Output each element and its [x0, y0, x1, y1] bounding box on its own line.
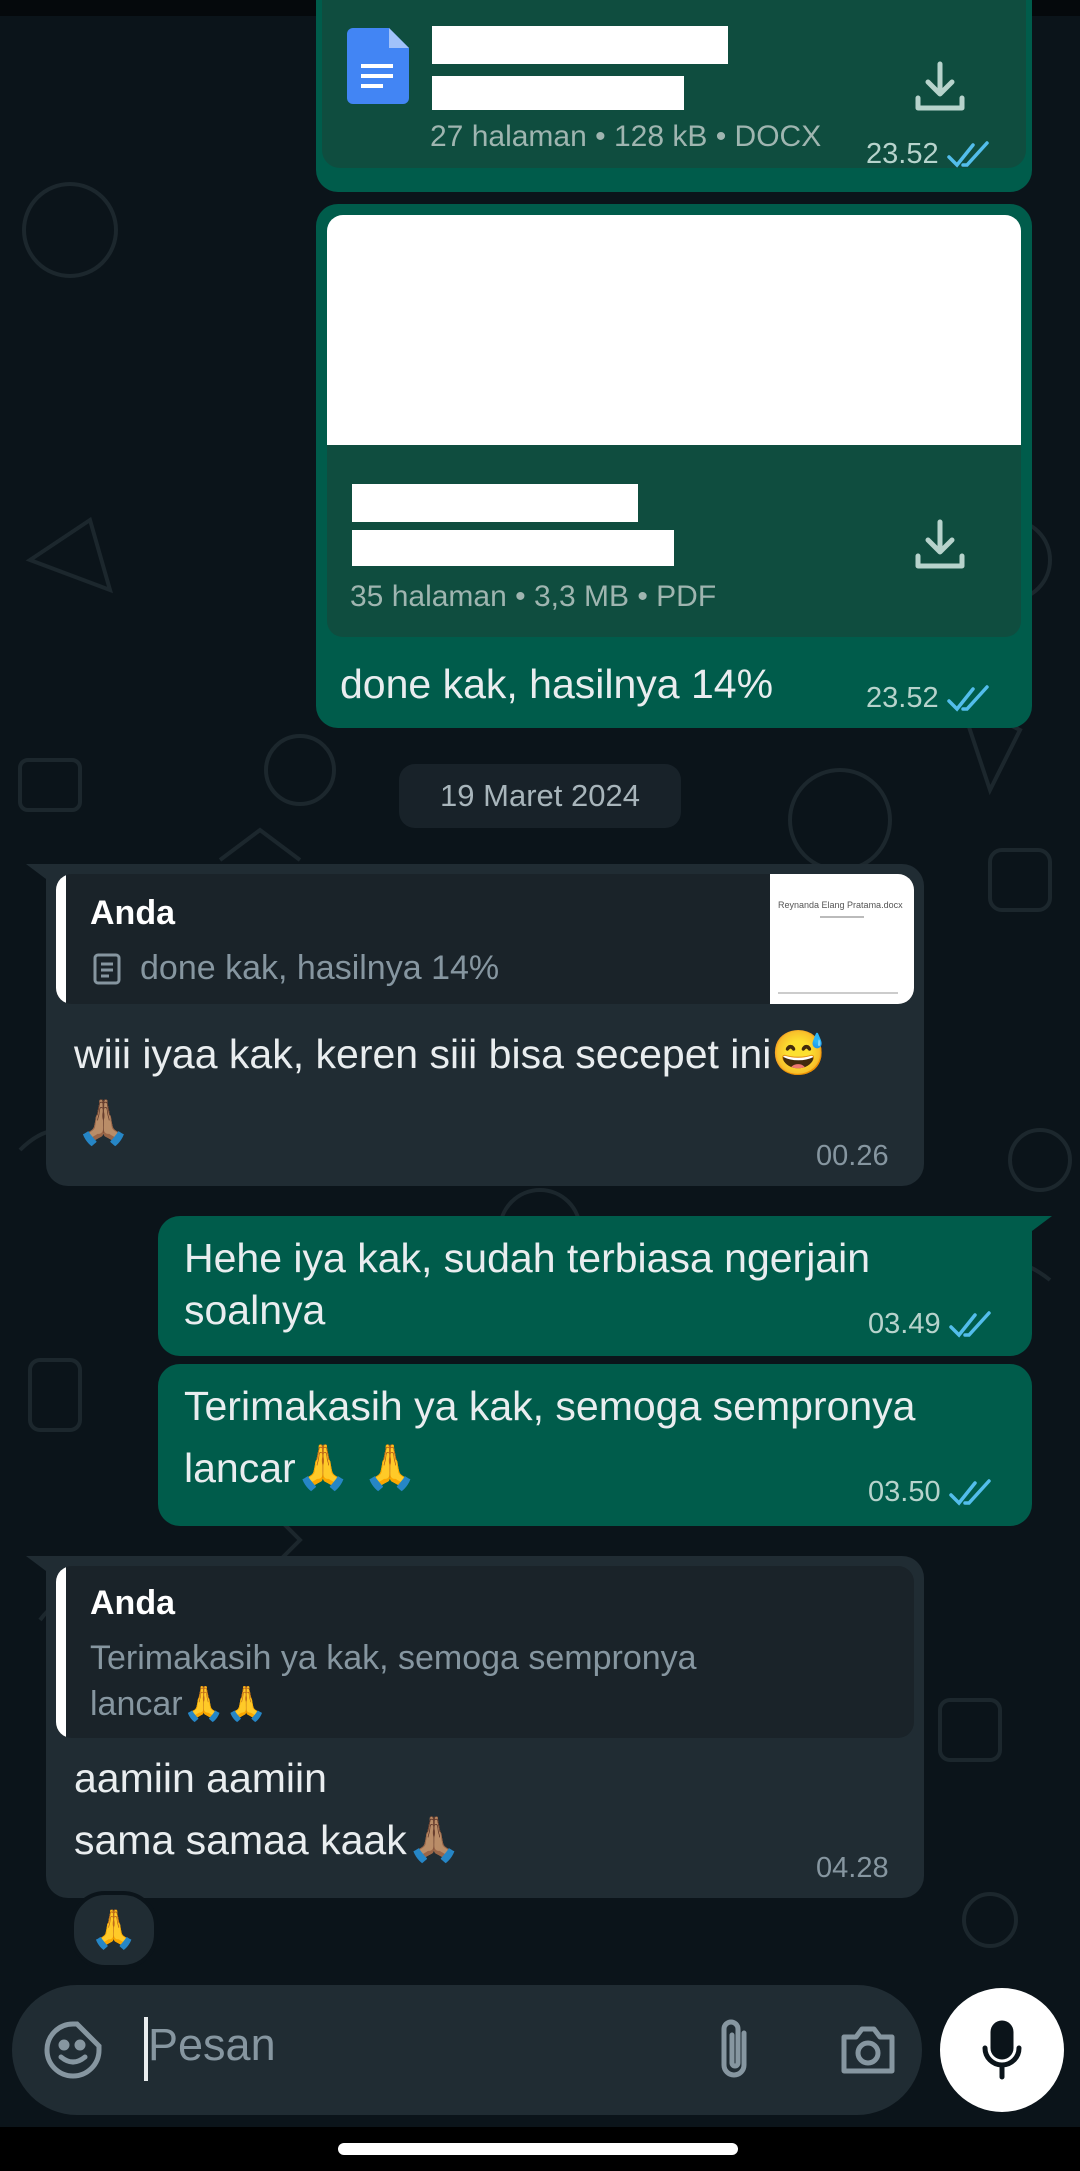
message-time: 03.50 [868, 1476, 941, 1508]
docx-time: 23.52 [866, 138, 993, 171]
outgoing-2-line-1: Hehe iya kak, sudah terbiasa ngerjain [184, 1235, 871, 1281]
document-icon [92, 952, 122, 991]
sweat-smile-emoji: 😅 [771, 1029, 827, 1078]
date-divider: 19 Maret 2024 [399, 764, 681, 828]
voice-message-button[interactable] [940, 1988, 1064, 2112]
reply-quote[interactable]: Anda Terimakasih ya kak, semoga semprony… [56, 1566, 914, 1738]
outgoing-2-line-2: soalnya [184, 1287, 326, 1333]
redacted-pdf-name-line-2 [352, 530, 674, 566]
camera-icon[interactable] [838, 2023, 898, 2082]
outgoing-2-time: 03.49 [868, 1308, 995, 1341]
read-receipt-icon [946, 685, 989, 712]
reply-quote[interactable]: Anda done kak, hasilnya 14% Reynanda Ela… [56, 874, 914, 1004]
read-receipt-icon [948, 1479, 991, 1506]
quote-bar [56, 874, 66, 1004]
read-receipt-icon [948, 1311, 991, 1338]
outgoing-3-time: 03.50 [868, 1476, 995, 1509]
thumbnail-caption: Reynanda Elang Pratama.docx [778, 900, 903, 910]
message-composer[interactable]: Pesan [12, 1985, 922, 2115]
message-text: lancar [184, 1445, 296, 1491]
quote-author: Anda [90, 894, 175, 932]
folded-hands-emoji: 🙏🏽 [406, 1815, 462, 1864]
redacted-filename-line-2 [432, 76, 684, 110]
quote-line-2: lancar🙏🙏 [90, 1682, 267, 1726]
pdf-caption: done kak, hasilnya 14% [340, 661, 774, 707]
pdf-file-meta: 35 halaman • 3,3 MB • PDF [350, 580, 717, 613]
docx-file-meta: 27 halaman • 128 kB • DOCX [430, 120, 822, 153]
message-reaction[interactable]: 🙏 [70, 1891, 158, 1969]
message-text: wiii iyaa kak, keren siii bisa secepet i… [74, 1031, 772, 1077]
quote-text: done kak, hasilnya 14% [140, 949, 500, 987]
message-time: 00.26 [816, 1140, 889, 1172]
redacted-pdf-name-line-1 [352, 484, 638, 522]
docs-file-icon [347, 28, 409, 109]
outgoing-3-line-2: lancar🙏 🙏 [184, 1442, 417, 1494]
thumbnail-line [778, 992, 898, 994]
incoming-1-text: wiii iyaa kak, keren siii bisa secepet i… [74, 1028, 894, 1080]
folded-hands-emoji: 🙏🏽 [76, 1098, 131, 1147]
quote-bar [56, 1566, 66, 1738]
redacted-filename-line-1 [432, 26, 728, 64]
message-time: 23.52 [866, 138, 939, 170]
message-time: 23.52 [866, 682, 939, 714]
home-indicator[interactable] [338, 2143, 738, 2155]
folded-hands-emoji: 🙏 🙏 [295, 1443, 418, 1492]
incoming-2-line-2: sama samaa kaak🙏🏽 [74, 1814, 462, 1866]
quote-thumbnail: Reynanda Elang Pratama.docx [770, 874, 914, 1004]
download-icon[interactable] [912, 516, 968, 577]
outgoing-3-line-1: Terimakasih ya kak, semoga sempronya [184, 1383, 916, 1429]
message-time: 04.28 [816, 1852, 889, 1884]
quote-line-1: Terimakasih ya kak, semoga sempronya [90, 1639, 697, 1677]
quote-author: Anda [90, 1584, 175, 1622]
attach-icon[interactable] [712, 2017, 756, 2088]
sticker-icon[interactable] [42, 2019, 104, 2086]
folded-hands-emoji: 🙏🙏 [182, 1685, 268, 1723]
message-time: 03.49 [868, 1308, 941, 1340]
message-input[interactable]: Pesan [148, 2019, 276, 2071]
pdf-time: 23.52 [866, 682, 993, 715]
message-text: sama samaa kaak [74, 1817, 407, 1863]
quote-text: lancar [90, 1685, 183, 1723]
incoming-2-line-1: aamiin aamiin [74, 1755, 327, 1801]
thumbnail-line [820, 916, 864, 918]
read-receipt-icon [946, 141, 989, 168]
pdf-preview[interactable] [327, 215, 1021, 445]
download-icon[interactable] [912, 58, 968, 119]
mic-icon [980, 2020, 1024, 2087]
